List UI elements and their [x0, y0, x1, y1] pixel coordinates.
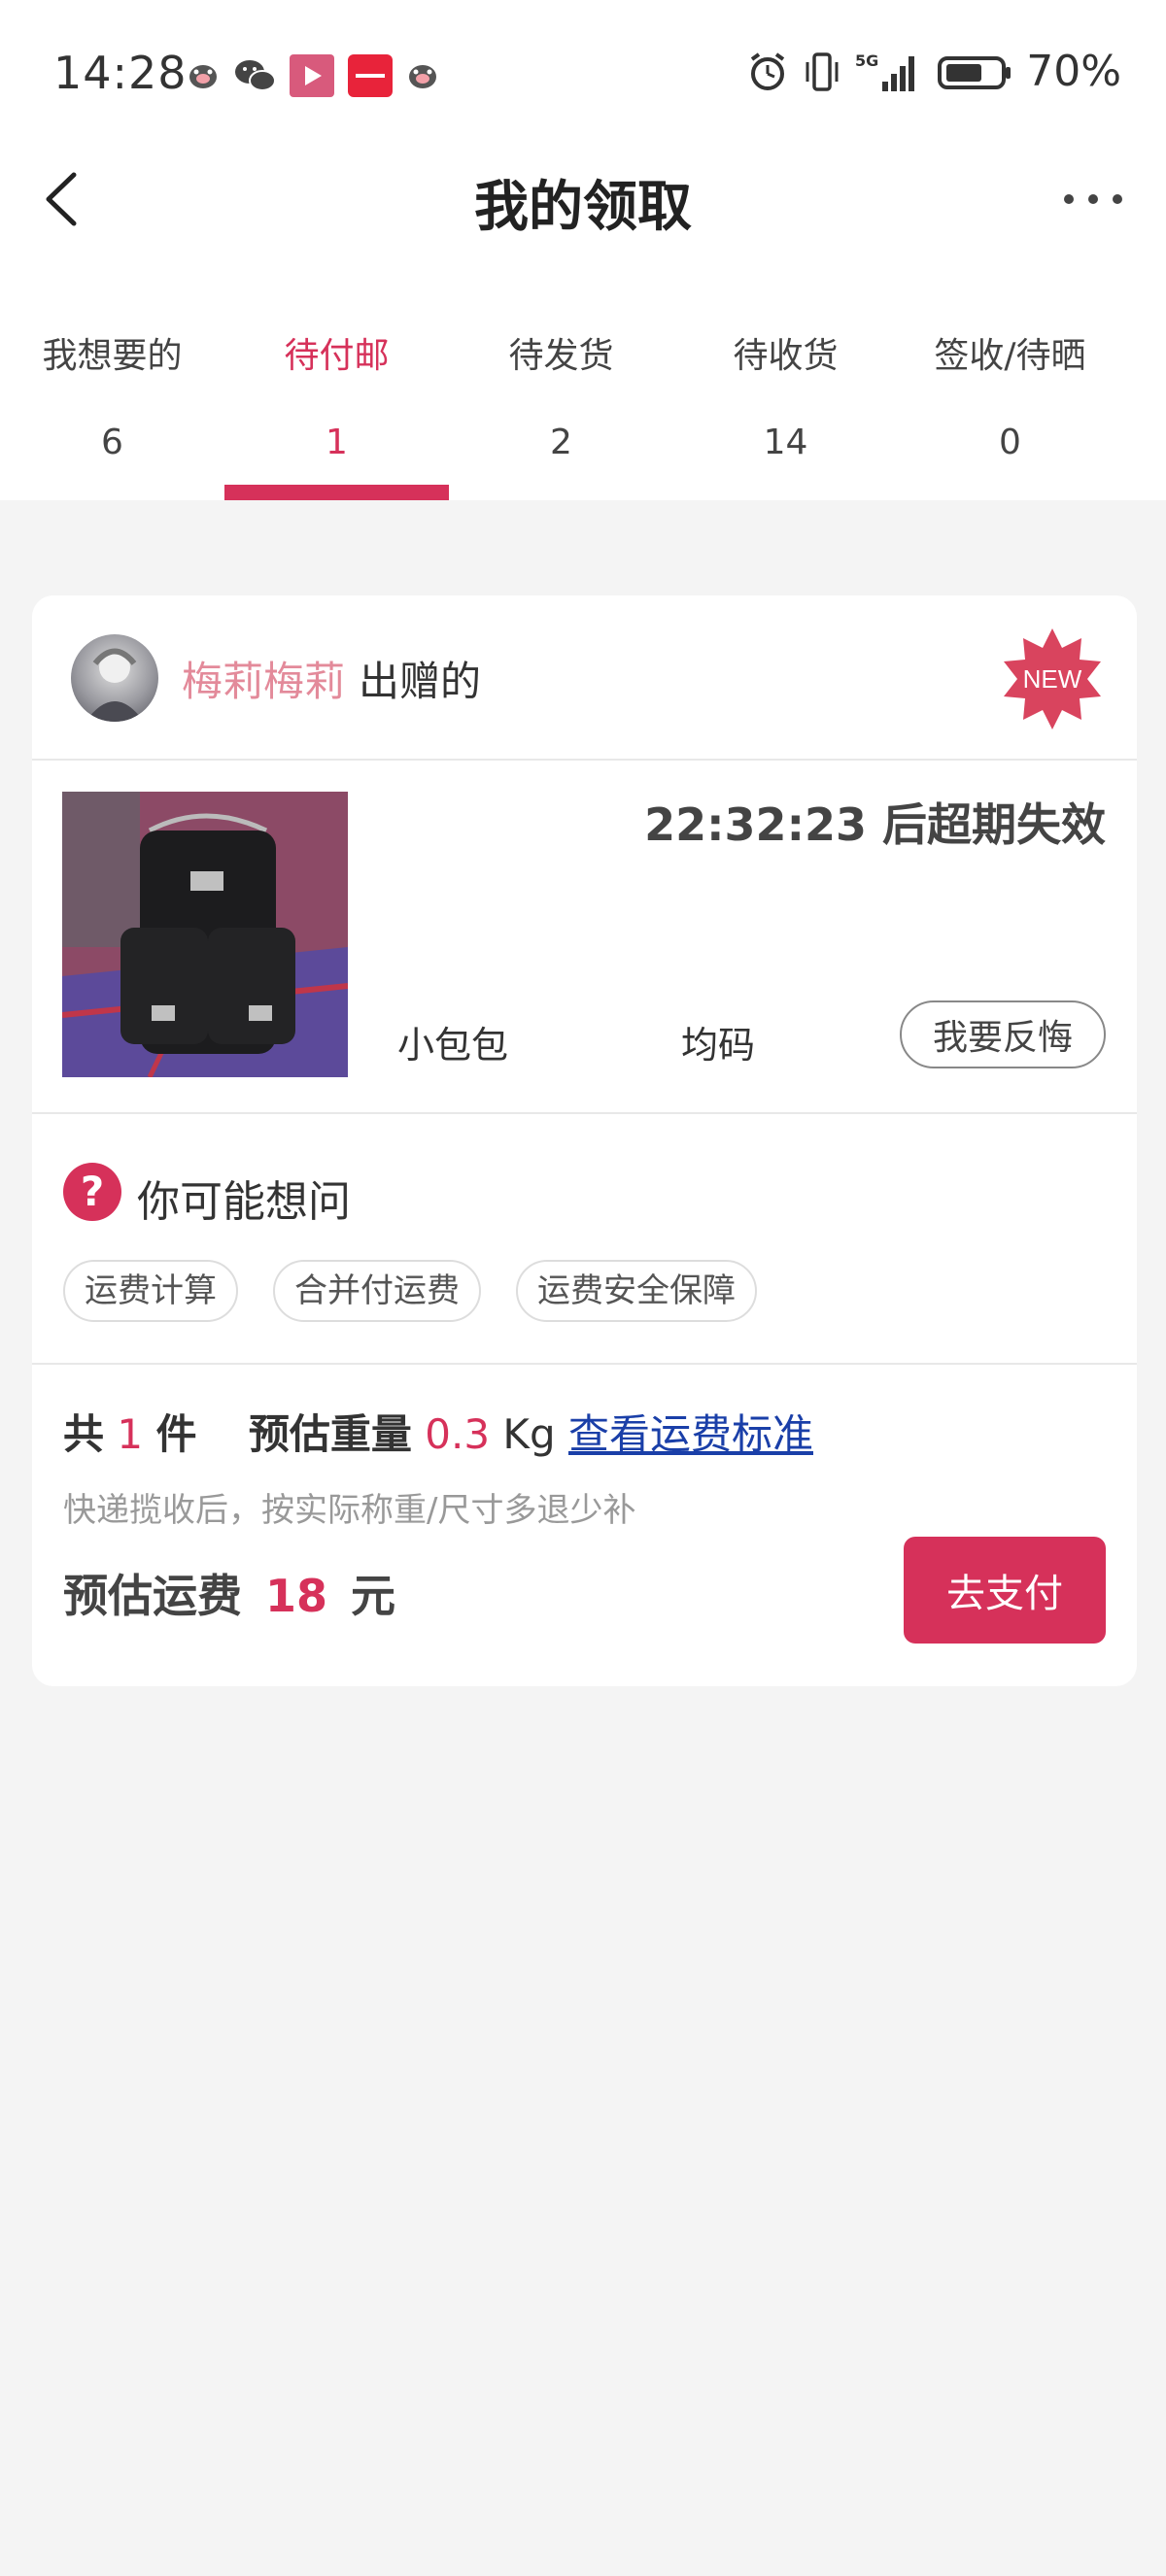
item-image[interactable]	[62, 792, 348, 1077]
shipping-standard-link[interactable]: 查看运费标准	[568, 1410, 813, 1458]
faq-title: 你可能想问	[137, 1177, 351, 1227]
count-prefix: 共	[63, 1410, 105, 1458]
battery-icon	[937, 51, 1012, 93]
weight-value: 0.3	[425, 1410, 491, 1458]
pig-app-icon	[406, 61, 439, 90]
weight-unit: Kg	[502, 1410, 556, 1458]
tab-label: 签收/待晒	[934, 336, 1086, 376]
giver-name[interactable]: 梅莉梅莉	[182, 649, 345, 708]
new-badge: NEW	[998, 625, 1107, 733]
order-card: 梅莉梅莉 出赠的 NEW 22:32:23 后超期失效 小包包 均码 我要反悔 …	[32, 595, 1137, 1686]
tab-label: 待发货	[508, 336, 614, 376]
order-summary: 共 1 件 预估重量 0.3 Kg 查看运费标准 快递揽收后，按实际称重/尺寸多…	[32, 1367, 1137, 1686]
alarm-icon	[746, 51, 789, 93]
faq-tags: 运费计算 合并付运费 运费安全保障	[63, 1260, 757, 1322]
giver-row[interactable]: 梅莉梅莉 出赠的 NEW	[32, 595, 1137, 761]
page-title: 我的领取	[474, 176, 692, 239]
shipping-note: 快递揽收后，按实际称重/尺寸多退少补	[63, 1491, 636, 1530]
faq-section: ? 你可能想问 运费计算 合并付运费 运费安全保障	[32, 1116, 1137, 1365]
tab-count: 14	[763, 423, 808, 462]
backpack-image	[62, 792, 348, 1077]
fee-line: 预估运费 18 元	[63, 1561, 395, 1625]
tab-indicator	[224, 485, 449, 500]
signal-icon: 5G	[855, 51, 923, 93]
tab-pending-receipt[interactable]: 待收货 14	[673, 311, 898, 500]
tab-wanted[interactable]: 我想要的 6	[0, 311, 224, 500]
weight-prefix: 预估重量	[248, 1410, 412, 1458]
status-bar: 14:28 5G 70%	[0, 0, 1166, 146]
tab-count: 6	[101, 423, 123, 462]
tab-label: 待收货	[733, 336, 839, 376]
faq-tag-shipping-calc[interactable]: 运费计算	[63, 1260, 238, 1322]
avatar-image	[86, 648, 144, 722]
more-options-button[interactable]	[1059, 185, 1127, 214]
count-suffix: 件	[155, 1410, 197, 1458]
fee-unit: 元	[351, 1570, 396, 1622]
item-size: 均码	[681, 1024, 756, 1067]
status-tabs: 我想要的 6 待付邮 1 待发货 2 待收货 14 签收/待晒 0	[0, 311, 1166, 500]
pay-button[interactable]: 去支付	[904, 1537, 1106, 1644]
fee-prefix: 预估运费	[63, 1570, 242, 1622]
tab-pending-postage[interactable]: 待付邮 1	[224, 311, 449, 500]
top-nav-bar: 我的领取	[0, 146, 1166, 253]
system-icons: 5G 70%	[746, 47, 1121, 96]
regret-button[interactable]: 我要反悔	[900, 1000, 1106, 1068]
pig-app-icon	[187, 61, 220, 90]
expiry-timer: 22:32:23 后超期失效	[644, 798, 1106, 851]
summary-line: 共 1 件 预估重量 0.3 Kg 查看运费标准	[63, 1402, 813, 1461]
xiaohongshu-icon	[348, 54, 393, 97]
notification-icons	[187, 54, 439, 97]
tab-label: 待付邮	[284, 336, 390, 376]
svg-text:5G: 5G	[855, 51, 878, 70]
tab-pending-shipment[interactable]: 待发货 2	[449, 311, 673, 500]
fee-amount: 18	[265, 1570, 328, 1622]
faq-tag-merge-shipping[interactable]: 合并付运费	[273, 1260, 481, 1322]
item-name: 小包包	[397, 1024, 509, 1067]
vibrate-icon	[803, 51, 841, 93]
video-app-icon	[290, 54, 334, 97]
wechat-icon	[233, 57, 276, 94]
svg-text:NEW: NEW	[1023, 664, 1082, 694]
more-dots-icon	[1064, 194, 1122, 204]
avatar[interactable]	[71, 634, 158, 722]
tab-count: 0	[999, 423, 1021, 462]
question-icon: ?	[63, 1163, 121, 1221]
tab-count: 2	[550, 423, 572, 462]
item-count: 1	[117, 1410, 144, 1458]
tab-label: 我想要的	[42, 336, 183, 376]
giver-suffix: 出赠的	[359, 658, 482, 705]
faq-tag-shipping-guarantee[interactable]: 运费安全保障	[516, 1260, 757, 1322]
tab-count: 1	[326, 423, 348, 462]
battery-percentage: 70%	[1026, 47, 1121, 96]
status-time: 14:28	[53, 47, 188, 99]
tab-signed-review[interactable]: 签收/待晒 0	[898, 311, 1122, 500]
item-row: 22:32:23 后超期失效 小包包 均码 我要反悔	[32, 763, 1137, 1114]
